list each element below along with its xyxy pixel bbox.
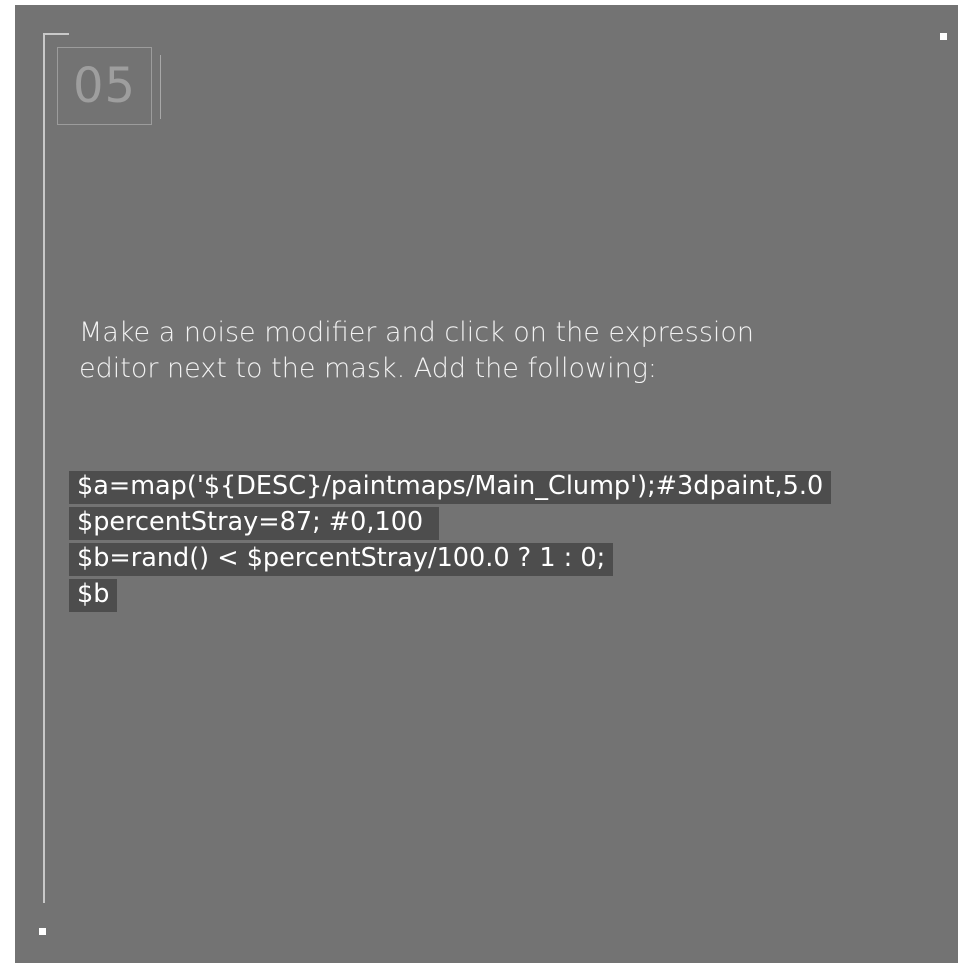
code-line-3-text: $b=rand() < $percentStray/100.0 ? 1 : 0;: [69, 543, 614, 576]
code-line-1: $a=map('${DESC}/paintmaps/Main_Clump');#…: [69, 468, 832, 504]
corner-square-top-right: [940, 33, 947, 40]
frame-top-line: [43, 33, 69, 35]
corner-square-bottom-left: [39, 928, 46, 935]
code-line-3: $b=rand() < $percentStray/100.0 ? 1 : 0;: [69, 540, 831, 576]
code-block: $a=map('${DESC}/paintmaps/Main_Clump');#…: [69, 468, 832, 612]
code-line-1-text: $a=map('${DESC}/paintmaps/Main_Clump');#…: [69, 471, 832, 504]
code-line-4-text: $b: [69, 579, 118, 612]
code-line-2: $percentStray=87; #0,100: [69, 504, 831, 540]
instruction-line-1: Make a noise modifier and click on the e…: [79, 317, 755, 348]
instruction-text: Make a noise modifier and click on the e…: [79, 315, 839, 387]
step-card: 05 Make a noise modifier and click on th…: [15, 5, 958, 963]
step-divider: [160, 55, 161, 119]
step-number-box: 05: [57, 47, 152, 125]
step-number: 05: [72, 58, 137, 114]
code-line-2-text: $percentStray=87; #0,100: [69, 507, 440, 540]
code-line-4: $b: [69, 576, 831, 612]
frame-left-line: [43, 33, 45, 903]
instruction-line-2: editor next to the mask. Add the followi…: [79, 353, 658, 384]
